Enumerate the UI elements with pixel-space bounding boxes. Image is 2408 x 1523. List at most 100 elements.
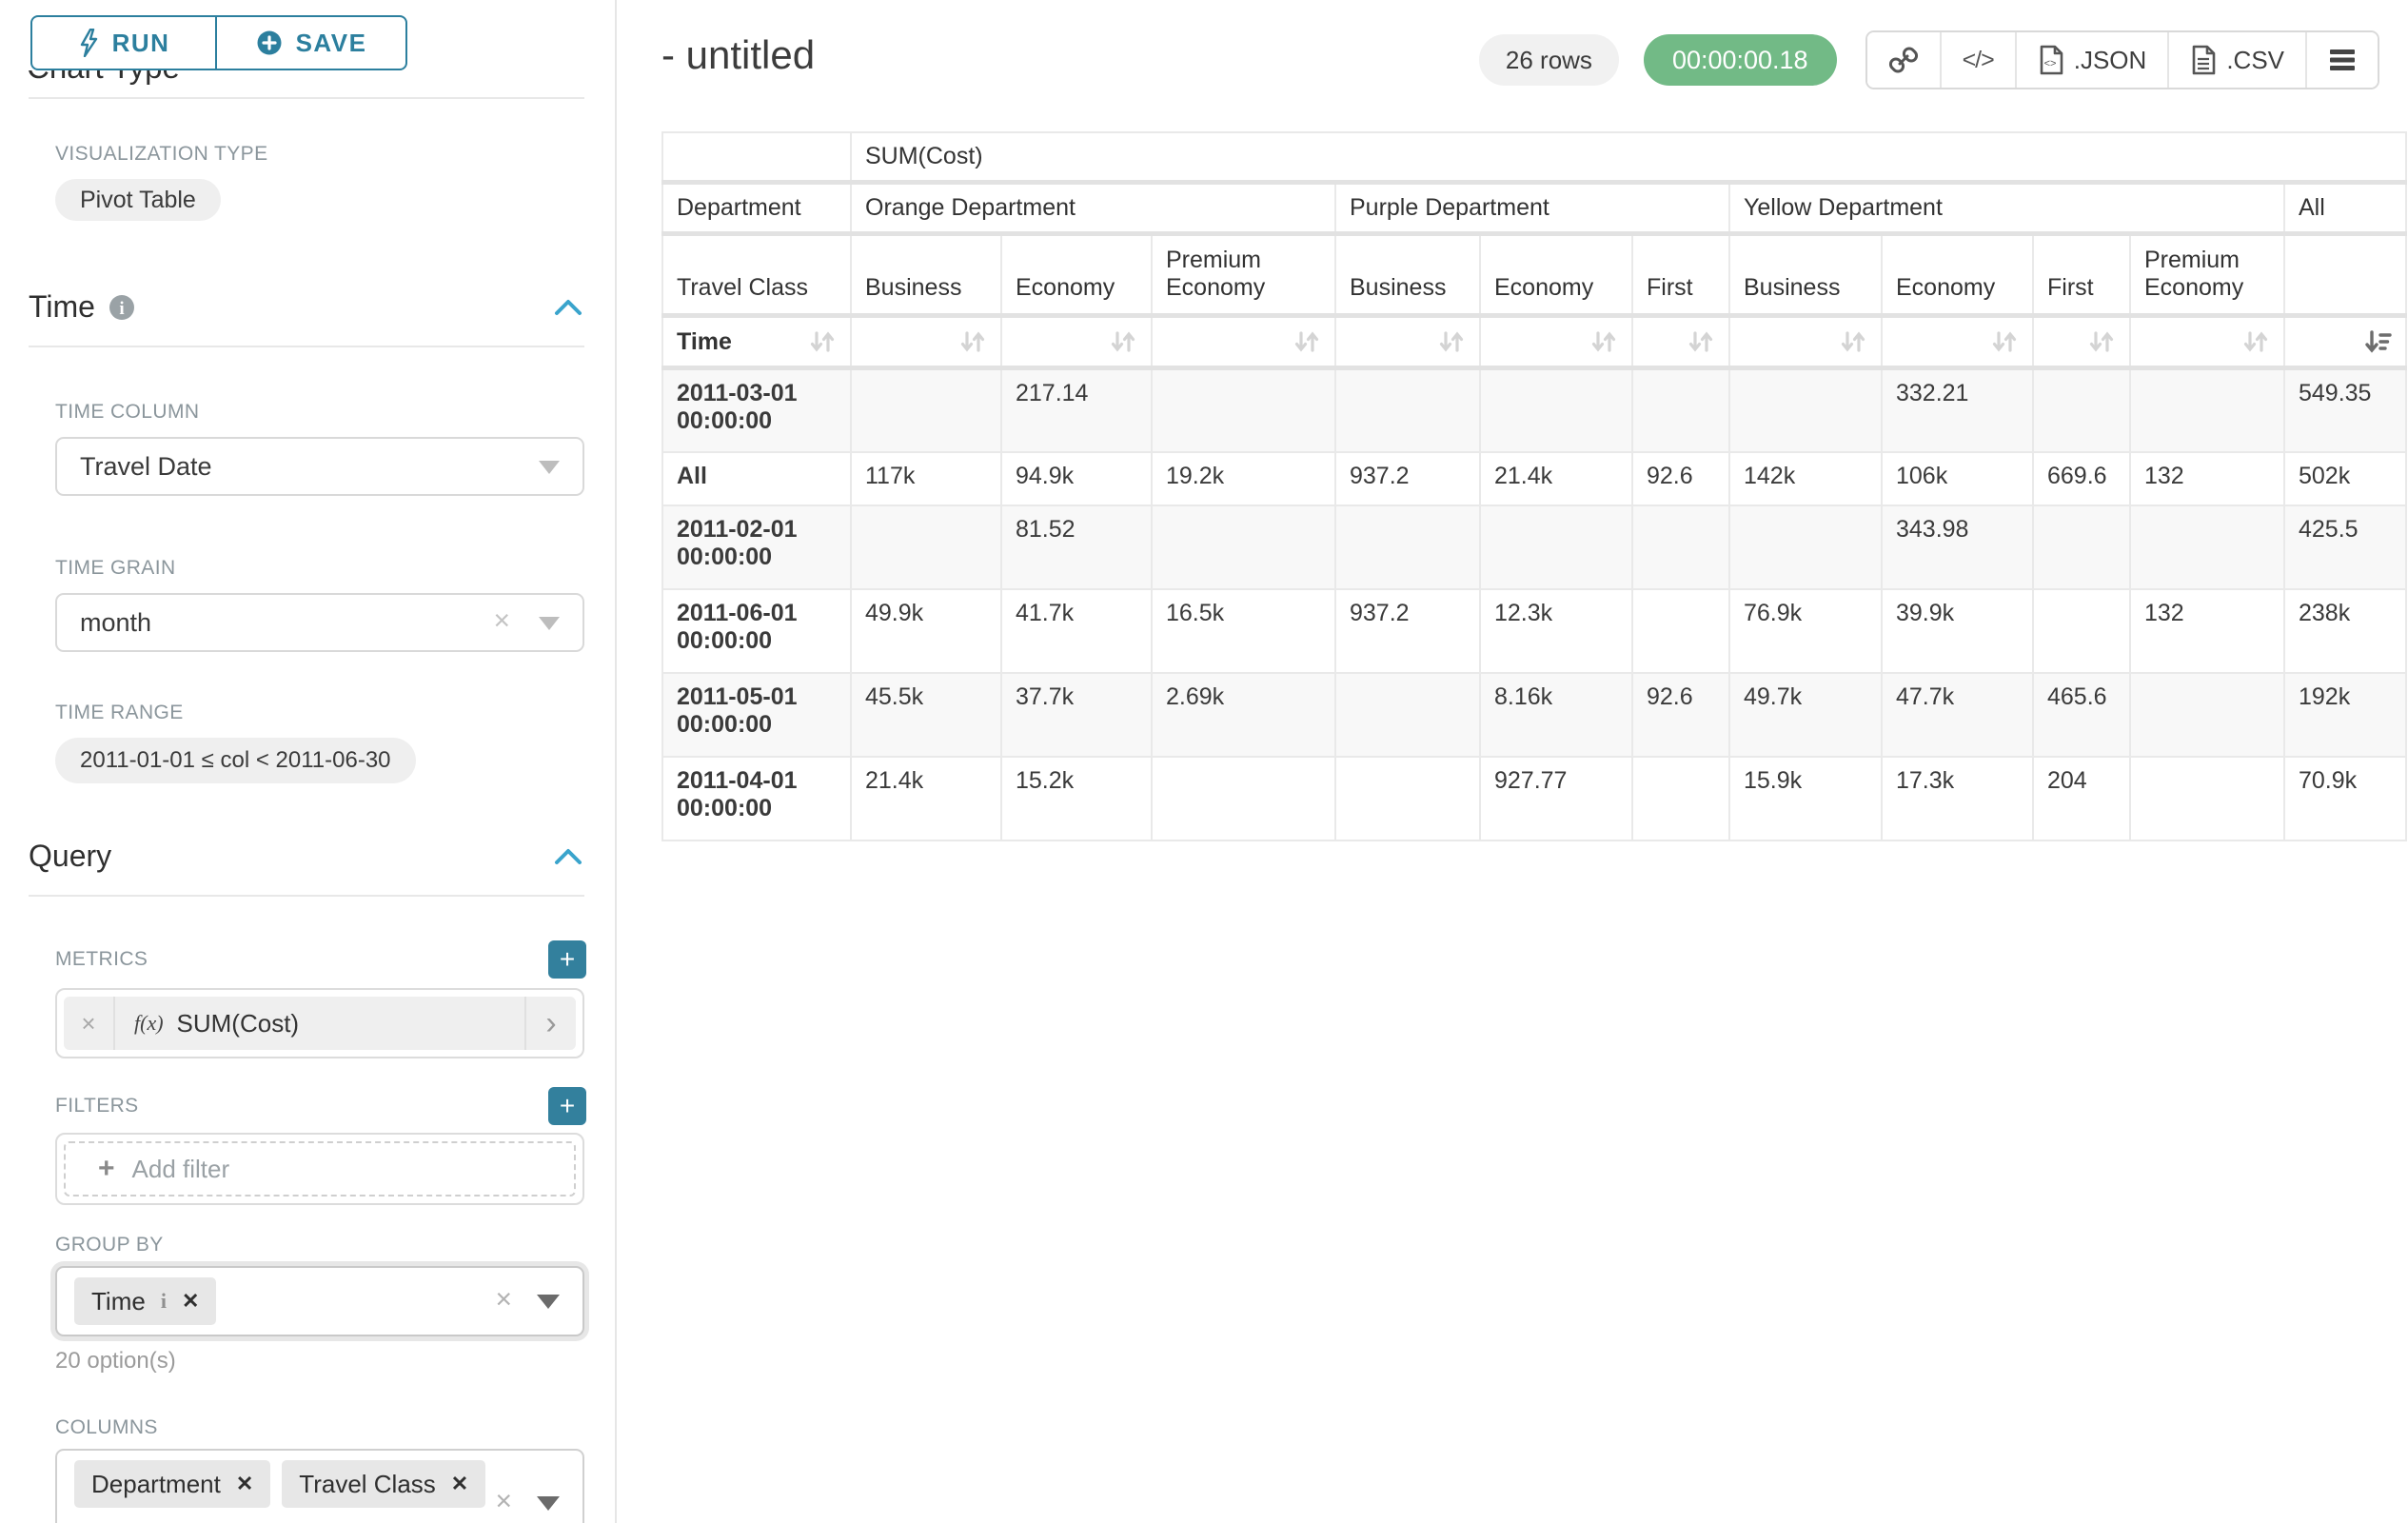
remove-tag-icon[interactable]: ✕: [182, 1289, 199, 1314]
export-csv-button[interactable]: .CSV: [2167, 32, 2305, 88]
link-icon: [1888, 45, 1919, 75]
time-column-value: Travel Date: [80, 452, 212, 482]
pivot-cell: 81.52: [1001, 505, 1152, 589]
group-by-tag[interactable]: Timei ✕: [74, 1277, 216, 1325]
metric-name: SUM(Cost): [177, 1009, 300, 1038]
info-icon[interactable]: i: [161, 1289, 167, 1314]
caret-down-icon[interactable]: [537, 1295, 560, 1309]
columns-tag[interactable]: Travel Class✕: [282, 1460, 485, 1508]
column-group-header: Purple Department: [1335, 183, 1729, 234]
columns-select[interactable]: Department✕Travel Class✕ ×: [55, 1449, 584, 1523]
section-divider: [29, 346, 584, 347]
row-count-badge: 26 rows: [1479, 34, 1619, 86]
column-sort-header[interactable]: [1335, 316, 1480, 368]
pivot-cell: [1729, 368, 1882, 452]
run-button[interactable]: RUN: [32, 17, 217, 69]
run-button-label: RUN: [112, 29, 170, 58]
pivot-cell: [2033, 589, 2130, 673]
pivot-cell: 92.6: [1632, 673, 1729, 757]
time-grain-value: month: [80, 608, 151, 638]
sort-icon: [808, 327, 837, 356]
pivot-cell: 332.21: [1882, 368, 2033, 452]
column-sort-header[interactable]: [851, 316, 1001, 368]
export-toolbar: </> <> .JSON .CSV: [1865, 30, 2379, 89]
export-json-label: .JSON: [2074, 46, 2147, 75]
pivot-cell: [2033, 505, 2130, 589]
control-panel-sidebar: Chart Type RUN SAVE VISUALIZATION TYPE: [0, 0, 617, 1523]
pivot-cell: [1480, 505, 1632, 589]
more-menu-button[interactable]: [2305, 32, 2378, 88]
time-sort-header[interactable]: Time: [662, 316, 851, 368]
pivot-cell: [1632, 368, 1729, 452]
pivot-cell: 45.5k: [851, 673, 1001, 757]
json-file-icon: <>: [2038, 45, 2064, 75]
metrics-container: × f(x) SUM(Cost) ›: [55, 988, 584, 1058]
section-divider: [29, 97, 584, 99]
export-json-button[interactable]: <> .JSON: [2015, 32, 2168, 88]
pivot-cell: 15.9k: [1729, 757, 1882, 841]
time-grain-select[interactable]: month ×: [55, 593, 584, 652]
caret-down-icon[interactable]: [537, 1496, 560, 1511]
column-group-header: All: [2284, 183, 2406, 234]
column-sort-header[interactable]: [1480, 316, 1632, 368]
add-filter-placeholder: Add filter: [132, 1155, 230, 1184]
visualization-type-control: VISUALIZATION TYPE Pivot Table: [0, 143, 615, 221]
column-sort-header[interactable]: [1001, 316, 1152, 368]
info-icon[interactable]: i: [109, 294, 135, 321]
column-sort-header[interactable]: [1632, 316, 1729, 368]
add-metric-button[interactable]: +: [548, 940, 586, 979]
pivot-cell: 49.9k: [851, 589, 1001, 673]
save-button[interactable]: SAVE: [217, 17, 405, 69]
row-header: All: [662, 452, 851, 505]
tag-label: Time: [91, 1287, 146, 1316]
column-sort-header[interactable]: [1152, 316, 1335, 368]
time-section-title: Time: [29, 289, 95, 325]
visualization-type-label: VISUALIZATION TYPE: [55, 143, 615, 166]
row-header: 2011-04-01 00:00:00: [662, 757, 851, 841]
pivot-cell: [1335, 368, 1480, 452]
pivot-cell: 41.7k: [1001, 589, 1152, 673]
clear-icon[interactable]: ×: [495, 1486, 512, 1518]
pivot-cell: 549.35: [2284, 368, 2406, 452]
column-sort-header[interactable]: [2033, 316, 2130, 368]
remove-tag-icon[interactable]: ✕: [451, 1472, 468, 1496]
visualization-type-pill[interactable]: Pivot Table: [55, 179, 221, 221]
pivot-cell: [1335, 505, 1480, 589]
column-sort-header[interactable]: [1729, 316, 1882, 368]
column-sort-header[interactable]: [2130, 316, 2284, 368]
plus-icon: +: [98, 1153, 115, 1185]
sort-icon: [1839, 327, 1867, 356]
pivot-cell: [1335, 757, 1480, 841]
pivot-cell: 204: [2033, 757, 2130, 841]
table-row: 2011-04-01 00:00:0021.4k15.2k927.7715.9k…: [662, 757, 2406, 841]
embed-code-button[interactable]: </>: [1940, 32, 2015, 88]
time-column-select[interactable]: Travel Date: [55, 437, 584, 496]
column-group-header: Orange Department: [851, 183, 1335, 234]
remove-metric-icon[interactable]: ×: [64, 997, 115, 1050]
column-header: Premium Economy: [1152, 234, 1335, 316]
pivot-cell: [2130, 505, 2284, 589]
column-sort-header[interactable]: [1882, 316, 2033, 368]
clear-icon[interactable]: ×: [493, 605, 510, 638]
column-header: Economy: [1882, 234, 2033, 316]
column-sort-header[interactable]: [2284, 316, 2406, 368]
pivot-cell: [2130, 368, 2284, 452]
remove-tag-icon[interactable]: ✕: [236, 1472, 253, 1496]
add-filter-button[interactable]: +: [548, 1087, 586, 1125]
query-section-title: Query: [29, 839, 111, 874]
time-column-label: TIME COLUMN: [55, 401, 615, 424]
clear-icon[interactable]: ×: [495, 1284, 512, 1316]
collapse-chevron-icon[interactable]: [552, 846, 584, 867]
pivot-cell: 937.2: [1335, 452, 1480, 505]
copy-link-button[interactable]: [1867, 32, 1940, 88]
pivot-cell: 465.6: [2033, 673, 2130, 757]
sort-icon: [1687, 327, 1715, 356]
collapse-chevron-icon[interactable]: [552, 297, 584, 318]
embed-code-icon: </>: [1963, 47, 1994, 74]
group-by-select[interactable]: Timei ✕ ×: [55, 1266, 584, 1336]
add-filter-dropzone[interactable]: + Add filter: [64, 1141, 576, 1197]
columns-tag[interactable]: Department✕: [74, 1460, 270, 1508]
metric-pill[interactable]: × f(x) SUM(Cost) ›: [64, 997, 576, 1050]
time-range-pill[interactable]: 2011-01-01 ≤ col < 2011-06-30: [55, 738, 416, 783]
chevron-right-icon[interactable]: ›: [524, 997, 576, 1050]
